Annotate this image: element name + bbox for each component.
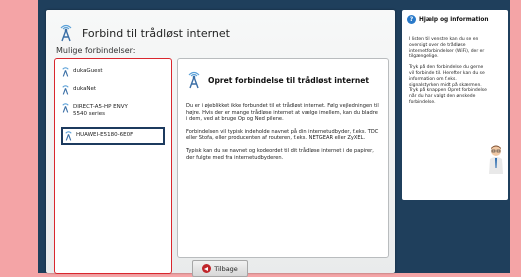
dialog-title: Forbind til trådløst internet	[82, 26, 230, 40]
wifi-tower-icon	[65, 131, 72, 141]
info-paragraph: Typisk kan du se navnet og kodeordet til…	[186, 147, 374, 161]
network-item[interactable]: dukaNet	[61, 85, 165, 95]
wifi-tower-icon	[62, 103, 69, 113]
wifi-tower-icon	[62, 67, 69, 77]
helper-person-icon	[489, 145, 503, 174]
help-paragraph: I listen til venstre kan du se en oversi…	[409, 37, 485, 60]
network-name: DIRECT-A5-HP ENVY 5540 series	[73, 104, 128, 117]
network-item[interactable]: dukaGuest	[61, 67, 165, 77]
help-header: ? Hjælp og information	[407, 15, 489, 24]
info-title: Opret forbindelse til trådløst internet	[208, 75, 370, 85]
wifi-tower-icon	[188, 71, 200, 89]
dialog-title-row: Forbind til trådløst internet	[58, 22, 230, 44]
wifi-dialog: Forbind til trådløst internet Mulige for…	[46, 10, 395, 277]
back-button-label: Tilbage	[214, 264, 238, 273]
info-header: Opret forbindelse til trådløst internet	[186, 71, 369, 89]
info-paragraph: Du er i øjeblikket ikke forbundet til et…	[186, 103, 379, 123]
help-panel: ? Hjælp og information I listen til vens…	[402, 10, 508, 200]
frame-bottom	[402, 205, 508, 273]
help-body: I listen til venstre kan du se en oversi…	[409, 37, 487, 111]
wifi-tower-icon	[60, 24, 72, 42]
wifi-tower-icon	[62, 85, 69, 95]
help-paragraph: Tryk på den forbindelse du gerne vil for…	[409, 65, 487, 105]
back-button[interactable]: Tilbage	[192, 260, 248, 277]
network-item-selected[interactable]: HUAWEI-E5180-6E0F	[61, 127, 165, 145]
network-name: HUAWEI-E5180-6E0F	[76, 132, 134, 138]
question-icon: ?	[407, 15, 416, 24]
info-panel: Opret forbindelse til trådløst internet …	[177, 58, 389, 258]
info-body: Du er i øjeblikket ikke forbundet til et…	[186, 103, 380, 167]
info-paragraph: Forbindelsen vil typisk indeholde navnet…	[186, 128, 379, 142]
network-list: dukaGuest dukaNet DIRECT-A5-HP ENVY 5540…	[54, 58, 172, 274]
network-name: dukaGuest	[73, 68, 103, 74]
network-name: dukaNet	[73, 86, 97, 92]
help-title: Hjælp og information	[419, 16, 489, 23]
back-arrow-icon	[202, 264, 212, 273]
connections-subtitle: Mulige forbindelser:	[56, 46, 136, 55]
network-item[interactable]: DIRECT-A5-HP ENVY 5540 series	[61, 103, 165, 118]
